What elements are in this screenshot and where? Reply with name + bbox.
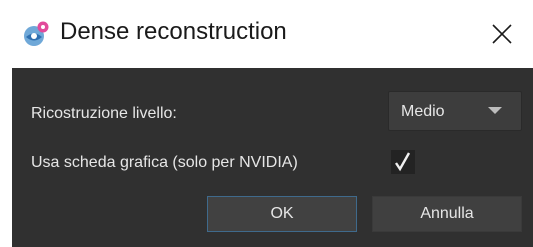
reconstruction-level-value: Medio <box>401 103 445 120</box>
close-icon[interactable] <box>486 18 518 50</box>
window-title: Dense reconstruction <box>60 18 287 45</box>
app-logo-icon <box>24 21 49 46</box>
reconstruction-level-select[interactable]: Medio <box>388 91 522 131</box>
title-bar: Dense reconstruction <box>0 0 533 66</box>
checkmark-icon <box>395 152 411 172</box>
use-gpu-label: Usa scheda grafica (solo per NVIDIA) <box>31 154 298 171</box>
cancel-button[interactable]: Annulla <box>372 196 522 232</box>
dense-reconstruction-dialog: Dense reconstruction Ricostruzione livel… <box>0 0 533 247</box>
chevron-down-icon <box>488 107 502 114</box>
dialog-body: Ricostruzione livello: Medio Usa scheda … <box>12 68 533 247</box>
ok-button[interactable]: OK <box>207 196 357 232</box>
use-gpu-checkbox[interactable] <box>391 150 415 174</box>
reconstruction-level-label: Ricostruzione livello: <box>31 105 177 122</box>
